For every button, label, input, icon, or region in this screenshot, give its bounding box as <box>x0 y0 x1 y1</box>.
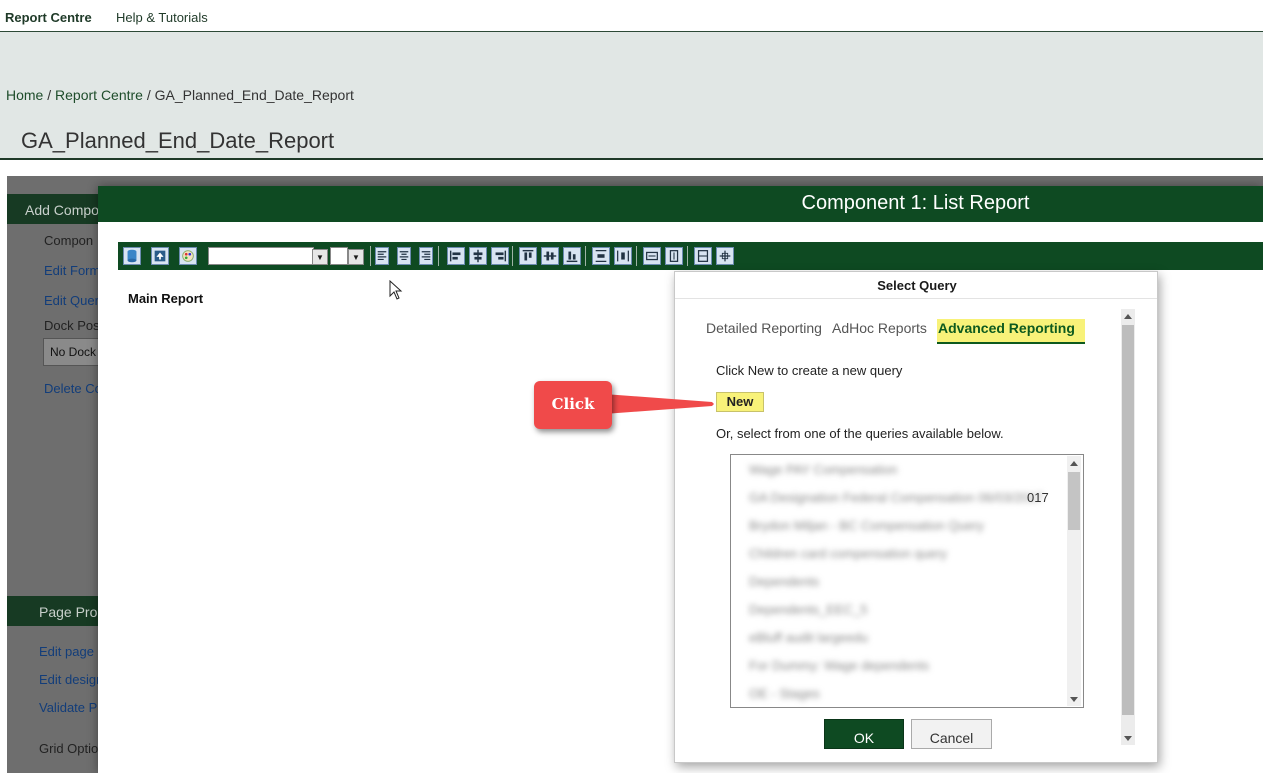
right-edge-align-icon[interactable] <box>491 247 509 265</box>
cancel-button[interactable]: Cancel <box>911 719 992 749</box>
select-existing-instruction: Or, select from one of the queries avail… <box>716 426 1004 441</box>
breadcrumb-separator: / <box>47 87 52 103</box>
bg-dock-position-label: Dock Pos <box>44 318 100 333</box>
query-list-item-suffix: 017 <box>1027 490 1049 505</box>
breadcrumb-separator: / <box>146 87 151 103</box>
same-width-icon[interactable] <box>643 247 661 265</box>
center-horizontal-icon[interactable] <box>469 247 487 265</box>
query-list-item[interactable]: Dependents <box>749 574 819 589</box>
font-family-select[interactable] <box>208 247 314 265</box>
same-size-icon[interactable] <box>694 247 712 265</box>
toolbar-separator <box>585 246 586 266</box>
breadcrumb: Home / Report Centre / GA_Planned_End_Da… <box>6 87 354 103</box>
bg-validate-link[interactable]: Validate P <box>39 700 97 715</box>
left-edge-align-icon[interactable] <box>447 247 465 265</box>
modal-title: Component 1: List Report <box>98 186 1263 222</box>
toolbar-separator <box>687 246 688 266</box>
align-right-icon[interactable] <box>419 247 433 265</box>
bg-grid-options-label: Grid Optio <box>39 741 99 756</box>
top-nav: Report Centre Help & Tutorials <box>0 0 1263 32</box>
ok-button[interactable]: OK <box>824 719 904 749</box>
tab-adhoc-reports[interactable]: AdHoc Reports <box>832 320 927 336</box>
upload-icon[interactable] <box>151 247 169 265</box>
query-list-scrollbar[interactable] <box>1067 456 1081 706</box>
add-component-panel-header: Add Compo <box>7 194 107 224</box>
breadcrumb-report-centre[interactable]: Report Centre <box>55 87 143 103</box>
mouse-pointer-icon <box>389 280 403 300</box>
page-header: Home / Report Centre / GA_Planned_End_Da… <box>0 32 1263 160</box>
new-query-instruction: Click New to create a new query <box>716 363 903 378</box>
toolbar-separator <box>438 246 439 266</box>
bottom-edge-align-icon[interactable] <box>563 247 581 265</box>
page-title: GA_Planned_End_Date_Report <box>21 128 335 153</box>
breadcrumb-current: GA_Planned_End_Date_Report <box>154 87 354 103</box>
scrollbar-thumb[interactable] <box>1068 472 1080 530</box>
page-properties-panel-header: Page Pro <box>7 596 107 626</box>
query-list-item[interactable]: GA Designation Federal Compensation 06/0… <box>749 490 1043 505</box>
toolbar-separator <box>636 246 637 266</box>
query-list-item[interactable]: Dependents_EEC_5 <box>749 602 868 617</box>
chevron-down-icon[interactable]: ▼ <box>348 249 364 265</box>
align-left-icon[interactable] <box>375 247 389 265</box>
new-query-button[interactable]: New <box>716 392 764 412</box>
scrollbar-thumb[interactable] <box>1122 325 1134 715</box>
query-list-item[interactable]: OE - Stages <box>749 686 820 701</box>
toolbar-separator <box>512 246 513 266</box>
bg-delete-component-link[interactable]: Delete Co <box>44 381 102 396</box>
tab-detailed-reporting[interactable]: Detailed Reporting <box>706 320 822 336</box>
bg-edit-format-link[interactable]: Edit Form <box>44 263 100 278</box>
nav-report-centre[interactable]: Report Centre <box>5 10 92 25</box>
breadcrumb-home[interactable]: Home <box>6 87 43 103</box>
bg-component-label: Compon <box>44 233 94 248</box>
toolbar-separator <box>370 246 371 266</box>
scroll-down-icon[interactable] <box>1070 697 1078 702</box>
format-toolbar: ▼ ▼ <box>118 242 1263 270</box>
query-list-item[interactable]: For Dummy: Wage dependents <box>749 658 929 673</box>
spacing-icon[interactable] <box>716 247 734 265</box>
nav-help-tutorials[interactable]: Help & Tutorials <box>116 10 208 25</box>
bg-edit-design-link[interactable]: Edit design <box>39 672 103 687</box>
scroll-down-icon[interactable] <box>1124 736 1132 741</box>
scroll-up-icon[interactable] <box>1124 314 1132 319</box>
dialog-title: Select Query <box>675 272 1157 299</box>
top-edge-align-icon[interactable] <box>519 247 537 265</box>
distribute-vertical-icon[interactable] <box>592 247 610 265</box>
select-query-dialog: Select Query Detailed Reporting AdHoc Re… <box>674 271 1158 763</box>
bg-edit-page-link[interactable]: Edit page <box>39 644 94 659</box>
tab-advanced-reporting[interactable]: Advanced Reporting <box>937 319 1085 344</box>
main-report-label: Main Report <box>128 291 204 306</box>
scroll-up-icon[interactable] <box>1070 461 1078 466</box>
distribute-horizontal-icon[interactable] <box>614 247 632 265</box>
align-center-icon[interactable] <box>397 247 411 265</box>
bg-dock-select[interactable]: No Dock <box>43 338 103 366</box>
palette-icon[interactable] <box>179 247 197 265</box>
click-callout: Click <box>534 381 612 429</box>
query-list-item[interactable]: eBluff audit largeedu <box>749 630 868 645</box>
query-list-item[interactable]: Brydon Miljan - BC Compensation Query <box>749 518 984 533</box>
callout-pointer-arrow <box>604 394 714 414</box>
query-list-item[interactable]: Wage PAY Compensation <box>749 462 897 477</box>
same-height-icon[interactable] <box>665 247 683 265</box>
query-list[interactable]: Wage PAY Compensation GA Designation Fed… <box>730 454 1084 708</box>
center-vertical-icon[interactable] <box>541 247 559 265</box>
chevron-down-icon[interactable]: ▼ <box>312 249 328 265</box>
dialog-scrollbar[interactable] <box>1121 309 1135 745</box>
bg-edit-query-link[interactable]: Edit Quer <box>44 293 99 308</box>
database-icon[interactable] <box>123 247 141 265</box>
query-list-item[interactable]: Children card compensation query <box>749 546 947 561</box>
font-size-select[interactable] <box>330 247 348 265</box>
